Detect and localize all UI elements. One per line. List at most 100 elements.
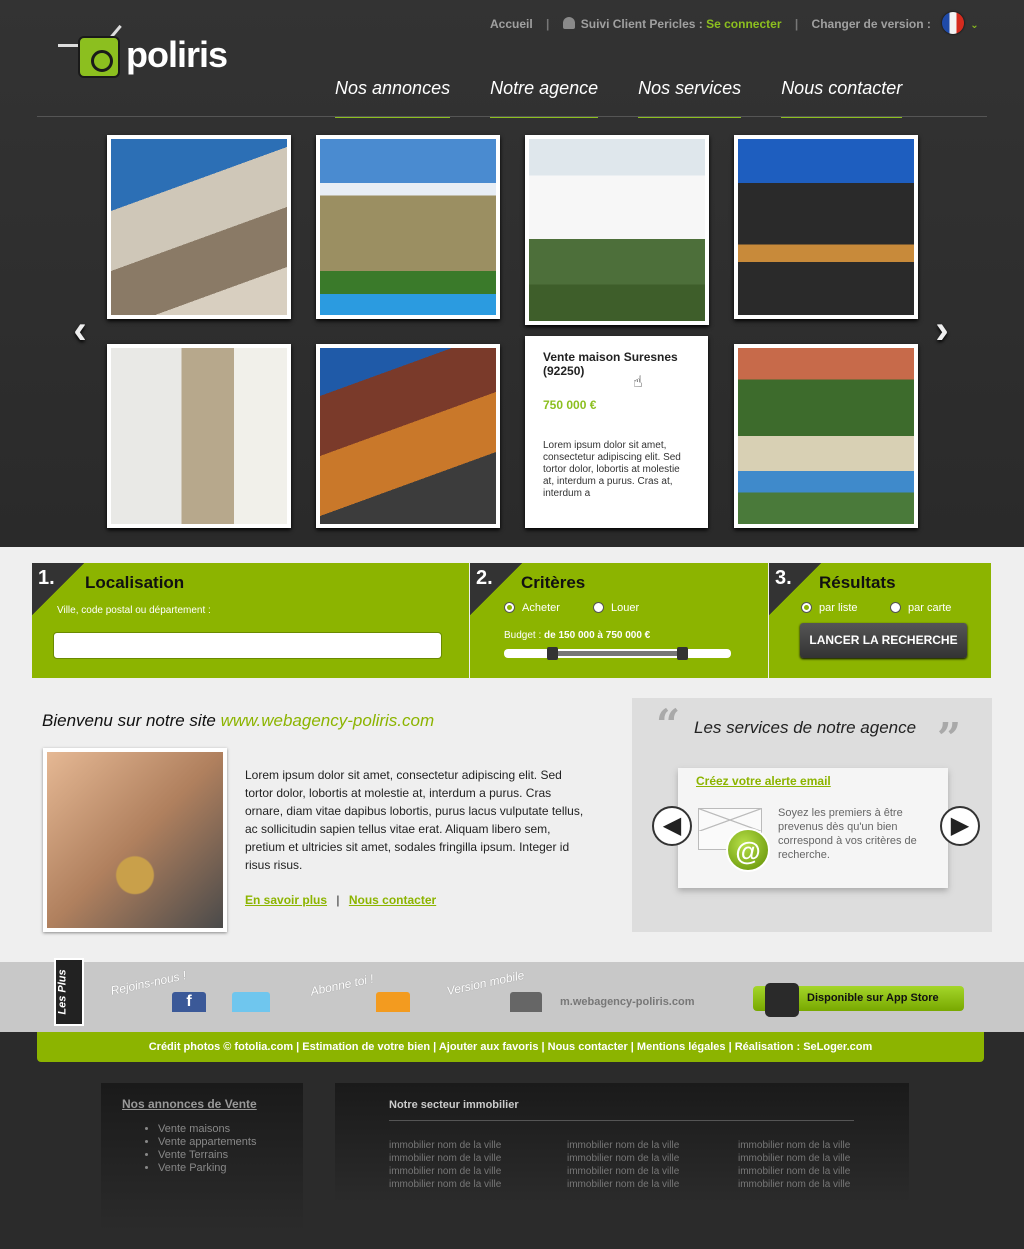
radio-button-checked[interactable] [504,602,515,613]
nav-item-annonces[interactable]: Nos annonces [335,78,451,118]
les-plus-label: Les Plus [56,969,69,1015]
budget-range: de 150 000 à 750 000 € [544,630,651,641]
welcome-site-link[interactable]: www.webagency-poliris.com [221,711,435,730]
property-thumbnail[interactable] [734,344,918,528]
sector-item[interactable]: immobilier nom de la ville [389,1152,501,1165]
welcome-text: Lorem ipsum dolor sit amet, consectetur … [245,768,584,872]
carousel-next-icon[interactable]: › [926,310,958,350]
property-detail-card[interactable]: Vente maison Suresnes (92250) 750 000 € … [525,336,708,528]
contact-link[interactable]: Nous contacter [349,893,436,907]
budget-slider[interactable] [504,647,731,660]
services-panel: “ Les services de notre agence ” Créez v… [632,698,992,932]
nav-item-contact[interactable]: Nous contacter [781,78,903,118]
nav-item-services[interactable]: Nos services [638,78,742,118]
search-button[interactable]: LANCER LA RECHERCHE [800,623,967,658]
step-title: Localisation [85,573,185,592]
footer-sales-box: Nos annonces de Vente Vente maisons Vent… [101,1083,303,1231]
services-next-icon[interactable]: ▶ [940,806,980,846]
apple-icon[interactable] [765,983,799,1017]
sector-item[interactable]: immobilier nom de la ville [567,1178,679,1191]
radio-map[interactable]: par carte [890,602,951,614]
property-photo [111,348,287,524]
footer-sector-box: Notre secteur immobilier immobilier nom … [335,1083,909,1203]
sales-title[interactable]: Nos annonces de Vente [122,1097,257,1111]
search-step-criteria: 2. Critères Acheter Louer Budget : de 15… [470,563,768,678]
rss-icon[interactable] [376,992,410,1012]
property-thumbnail-active[interactable] [525,135,709,325]
sector-item[interactable]: immobilier nom de la ville [389,1139,501,1152]
at-sign-icon: @ [726,828,770,872]
home-link[interactable]: Accueil [490,17,533,31]
carousel-prev-icon[interactable]: ‹ [64,310,96,350]
welcome-heading: Bienvenu sur notre site www.webagency-po… [42,711,434,731]
separator: | [794,17,799,31]
location-input[interactable] [53,632,442,659]
radio-buy[interactable]: Acheter [504,602,560,614]
property-photo [320,139,496,315]
sector-title: Notre secteur immobilier [389,1099,519,1111]
step-title: Critères [521,573,586,592]
property-thumbnail[interactable] [107,135,291,319]
open-quote-icon: “ [656,700,681,749]
property-title[interactable]: Vente maison Suresnes (92250) [543,350,690,378]
credits-bar[interactable]: Crédit photos © fotolia.com | Estimation… [37,1032,984,1062]
property-thumbnail[interactable] [107,344,291,528]
key-image [47,752,223,928]
property-photo [529,139,705,321]
sector-item[interactable]: immobilier nom de la ville [567,1152,679,1165]
sales-item[interactable]: Vente Terrains [158,1149,256,1162]
step-number: 2. [476,567,493,589]
radio-button-checked[interactable] [801,602,812,613]
sales-item[interactable]: Vente Parking [158,1162,256,1175]
twitter-icon[interactable] [232,992,270,1012]
email-alert-link[interactable]: Créez votre alerte email [696,774,831,788]
radio-list[interactable]: par liste [801,602,858,614]
location-label: Ville, code postal ou département : [57,605,211,616]
property-thumbnail[interactable] [316,135,500,319]
sector-item[interactable]: immobilier nom de la ville [389,1178,501,1191]
mobile-url-link[interactable]: m.webagency-poliris.com [560,996,694,1008]
sector-item[interactable]: immobilier nom de la ville [738,1165,850,1178]
services-prev-icon[interactable]: ◀ [652,806,692,846]
chevron-down-icon[interactable]: ⌄ [970,20,978,31]
budget-prefix: Budget : [504,630,542,641]
sector-column: immobilier nom de la ville immobilier no… [567,1139,679,1191]
welcome-links: En savoir plus | Nous contacter [245,893,436,907]
sector-item[interactable]: immobilier nom de la ville [738,1152,850,1165]
facebook-icon[interactable]: f [172,992,206,1012]
sales-item[interactable]: Vente maisons [158,1123,256,1136]
services-title: Les services de notre agence [694,718,917,737]
france-flag-icon[interactable] [942,12,965,34]
logo-mark-icon [78,36,120,78]
sales-item[interactable]: Vente appartements [158,1136,256,1149]
radio-button[interactable] [593,602,604,613]
client-label: Suivi Client Pericles : [580,17,703,31]
main-nav: Nos annonces Notre agence Nos services N… [335,78,903,118]
sector-item[interactable]: immobilier nom de la ville [389,1165,501,1178]
step-number: 1. [38,567,55,589]
property-thumbnail[interactable] [316,344,500,528]
connect-link[interactable]: Se connecter [706,17,781,31]
sector-item[interactable]: immobilier nom de la ville [738,1139,850,1152]
radio-button[interactable] [890,602,901,613]
logo-text: poliris [126,34,228,75]
separator: | [336,893,340,907]
sector-column: immobilier nom de la ville immobilier no… [738,1139,850,1191]
budget-label: Budget : de 150 000 à 750 000 € [504,630,650,641]
slider-handle-max[interactable] [677,647,688,660]
nav-item-agence[interactable]: Notre agence [490,78,599,118]
search-step-results: 3. Résultats par liste par carte LANCER … [769,563,991,678]
radio-rent[interactable]: Louer [593,602,639,614]
top-links: Accueil | Suivi Client Pericles : Se con… [490,12,979,34]
learn-more-link[interactable]: En savoir plus [245,893,327,907]
slider-fill [547,651,688,656]
mobile-icon[interactable] [510,992,542,1012]
property-photo [738,348,914,524]
sector-item[interactable]: immobilier nom de la ville [567,1165,679,1178]
sector-item[interactable]: immobilier nom de la ville [738,1178,850,1191]
sector-divider [389,1120,854,1121]
sector-item[interactable]: immobilier nom de la ville [567,1139,679,1152]
slider-handle-min[interactable] [547,647,558,660]
logo[interactable]: poliris [46,20,246,92]
property-thumbnail[interactable] [734,135,918,319]
